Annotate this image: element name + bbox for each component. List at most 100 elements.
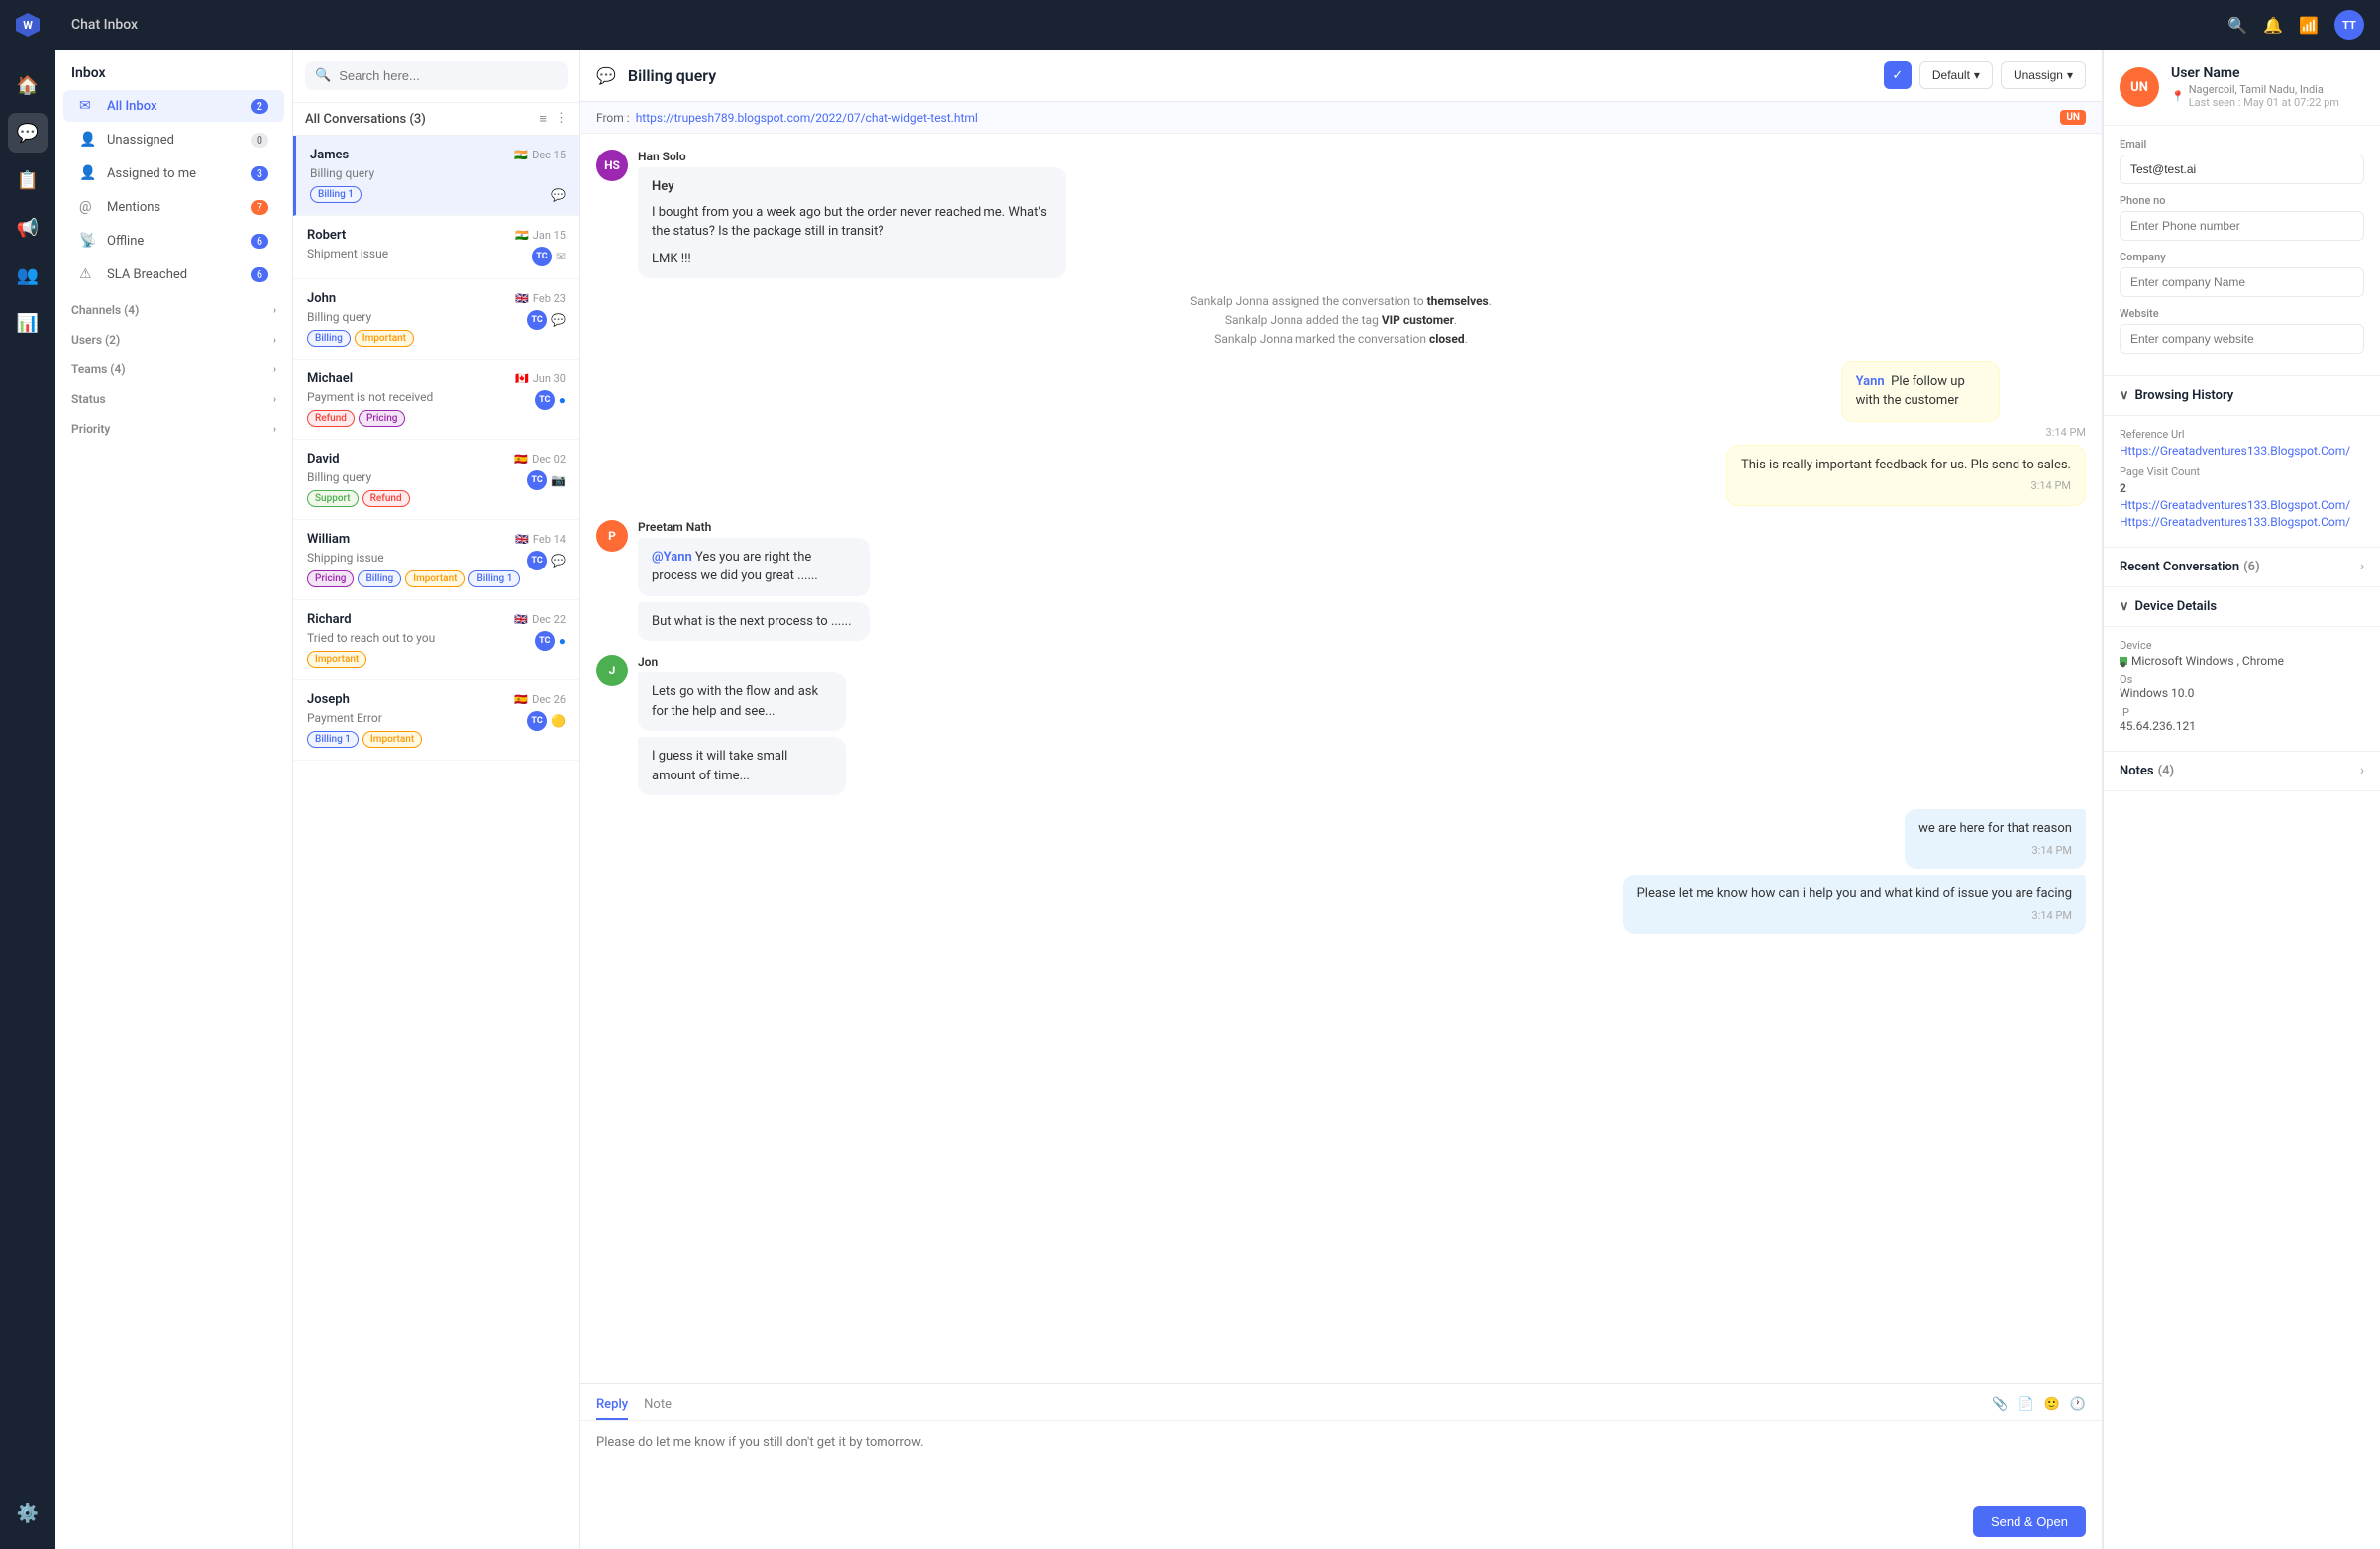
- msg-bubble-preetam2: But what is the next process to ......: [638, 602, 870, 642]
- section-teams[interactable]: Teams (4) ›: [55, 351, 292, 380]
- rp-notes-section[interactable]: Notes (4) ›: [2104, 752, 2380, 791]
- conv-list-header: All Conversations (3) ≡ ⋮: [293, 103, 579, 136]
- flag: 🇨🇦: [515, 372, 529, 385]
- sidebar-item-unassigned[interactable]: 👤 Unassigned 0: [63, 124, 284, 155]
- search-input[interactable]: [339, 68, 558, 83]
- conv-item-michael[interactable]: Michael 🇨🇦 Jun 30 Payment is not receive…: [293, 360, 579, 440]
- email-input[interactable]: [2120, 155, 2364, 184]
- rp-browsing-section[interactable]: ∨ Browsing History: [2104, 376, 2380, 416]
- reply-textarea[interactable]: [596, 1433, 2086, 1483]
- search-icon[interactable]: 🔍: [2227, 16, 2247, 35]
- tag-important: Important: [405, 570, 465, 587]
- rp-user-info: User Name 📍 Nagercoil, Tamil Nadu, India…: [2171, 65, 2339, 109]
- conv-list-title: All Conversations (3): [305, 112, 426, 127]
- section-channels[interactable]: Channels (4) ›: [55, 291, 292, 321]
- conv-item-david[interactable]: David 🇪🇸 Dec 02 Billing query TC 📷 Suppo…: [293, 440, 579, 520]
- conv-item-robert[interactable]: Robert 🇮🇳 Jan 15 Shipment issue TC ✉: [293, 216, 579, 279]
- right-panel: UN User Name 📍 Nagercoil, Tamil Nadu, In…: [2103, 50, 2380, 1549]
- page-url-1[interactable]: Https://Greatadventures133.Blogspot.Com/: [2120, 498, 2364, 512]
- nav-icon-chat[interactable]: 💬: [8, 113, 48, 153]
- avatar-tc: TC: [532, 247, 552, 266]
- section-status[interactable]: Status ›: [55, 380, 292, 410]
- tag-billing: Billing: [307, 330, 351, 347]
- company-input[interactable]: [2120, 267, 2364, 297]
- default-button[interactable]: Default ▾: [1919, 61, 1993, 89]
- section-users[interactable]: Users (2) ›: [55, 321, 292, 351]
- ref-url-label: Reference Url Https://Greatadventures133…: [2120, 428, 2364, 458]
- search-box[interactable]: 🔍: [305, 61, 568, 90]
- bell-icon[interactable]: 🔔: [2263, 16, 2283, 35]
- sender-name: Jon: [638, 655, 959, 669]
- conv-item-william[interactable]: William 🇬🇧 Feb 14 Shipping issue TC 💬 Pr…: [293, 520, 579, 600]
- nav-icon-analytics[interactable]: 📊: [8, 303, 48, 343]
- unassign-button[interactable]: Unassign ▾: [2001, 61, 2086, 89]
- attach-icon[interactable]: 📎: [1992, 1397, 2008, 1414]
- sort-icon[interactable]: ≡: [539, 111, 547, 127]
- file-icon[interactable]: 📄: [2018, 1397, 2033, 1414]
- check-button[interactable]: ✓: [1884, 61, 1912, 89]
- nav-icon-campaigns[interactable]: 📢: [8, 208, 48, 248]
- msg-time: 3:14 PM: [1918, 843, 2072, 860]
- user-avatar[interactable]: TT: [2334, 10, 2364, 40]
- avatar-tc: TC: [527, 711, 547, 731]
- sidebar-item-sla-breached[interactable]: ⚠ SLA Breached 6: [63, 258, 284, 290]
- flag: 🇮🇳: [514, 149, 528, 161]
- tab-reply[interactable]: Reply: [596, 1392, 628, 1420]
- from-url[interactable]: https://trupesh789.blogspot.com/2022/07/…: [636, 111, 978, 125]
- chat-from-bar: From : https://trupesh789.blogspot.com/2…: [580, 102, 2102, 134]
- os-row: Os Windows 10.0: [2120, 673, 2364, 700]
- reply-tab-icons: 📎 📄 🙂 🕐: [1992, 1392, 2086, 1420]
- sidebar-item-assigned-to-me[interactable]: 👤 Assigned to me 3: [63, 157, 284, 189]
- conv-item-joseph[interactable]: Joseph 🇪🇸 Dec 26 Payment Error TC 🟡 Bill…: [293, 680, 579, 761]
- conv-preview: Shipment issue: [307, 247, 388, 260]
- section-priority[interactable]: Priority ›: [55, 410, 292, 440]
- rp-device-section[interactable]: ∨ Device Details: [2104, 587, 2380, 627]
- chat-main: 💬 Billing query ✓ Default ▾ Unassign ▾ F…: [580, 50, 2103, 1549]
- sla-icon: ⚠: [79, 266, 99, 282]
- nav-icon-contacts[interactable]: 👥: [8, 256, 48, 295]
- flag: 🇪🇸: [514, 693, 528, 706]
- assigned-badge: 3: [251, 166, 268, 181]
- mentions-badge: 7: [251, 200, 268, 215]
- header-actions: 🔍 🔔 📶 TT: [2227, 10, 2364, 40]
- sidebar-item-mentions[interactable]: @ Mentions 7: [63, 191, 284, 223]
- nav-icon-reports[interactable]: 📋: [8, 160, 48, 200]
- msg-bubble-jon2: I guess it will take small amount of tim…: [638, 737, 846, 795]
- rp-phone-field: Phone no: [2120, 194, 2364, 241]
- chat-icon: 💬: [551, 188, 566, 202]
- sidebar-item-offline[interactable]: 📡 Offline 6: [63, 225, 284, 257]
- conv-name: John: [307, 291, 336, 306]
- signal-icon[interactable]: 📶: [2299, 16, 2319, 35]
- tag-important: Important: [307, 651, 366, 668]
- conv-item-john[interactable]: John 🇬🇧 Feb 23 Billing query TC 💬 Billin…: [293, 279, 579, 360]
- conv-item-james[interactable]: James 🇮🇳 Dec 15 Billing query Billing 1 …: [293, 136, 579, 216]
- website-input[interactable]: [2120, 324, 2364, 354]
- nav-icon-home[interactable]: 🏠: [8, 65, 48, 105]
- emoji-icon[interactable]: 🙂: [2044, 1397, 2060, 1414]
- nav-icon-settings[interactable]: ⚙️: [8, 1494, 48, 1533]
- rp-recent-conv-section[interactable]: Recent Conversation (6) ›: [2104, 548, 2380, 587]
- rp-company-field: Company: [2120, 251, 2364, 297]
- tab-note[interactable]: Note: [644, 1392, 672, 1420]
- page-url-2[interactable]: Https://Greatadventures133.Blogspot.Com/: [2120, 515, 2364, 529]
- sidebar-item-all-inbox[interactable]: ✉ All Inbox 2: [63, 90, 284, 122]
- conv-date: 🇮🇳 Jan 15: [515, 229, 566, 242]
- inbox-sidebar: Inbox ✉ All Inbox 2 👤 Unassigned 0 👤 Ass…: [55, 50, 293, 1549]
- conv-date: 🇨🇦 Jun 30: [515, 372, 566, 385]
- msg-row-jon: J Jon Lets go with the flow and ask for …: [596, 655, 2086, 795]
- conv-date: 🇮🇳 Dec 15: [514, 149, 566, 161]
- send-open-button[interactable]: Send & Open: [1973, 1506, 2086, 1537]
- nav-sidebar: 🏠 💬 📋 📢 👥 📊 ⚙️: [0, 50, 55, 1549]
- conv-date: 🇬🇧 Feb 23: [515, 292, 566, 305]
- msg-bubble-out1: we are here for that reason 3:14 PM: [1905, 809, 2086, 869]
- conv-preview: Billing query: [307, 310, 371, 324]
- chevron-down-icon: ▾: [1974, 68, 1980, 82]
- phone-input[interactable]: [2120, 211, 2364, 241]
- flag: 🇬🇧: [515, 292, 529, 305]
- clock-icon[interactable]: 🕐: [2070, 1397, 2086, 1414]
- more-icon[interactable]: ⋮: [555, 111, 568, 127]
- ref-url-link[interactable]: Https://Greatadventures133.Blogspot.Com/: [2120, 444, 2364, 458]
- app-wrapper: 🏠 💬 📋 📢 👥 📊 ⚙️ Inbox ✉ All Inbox 2 👤 Una…: [0, 0, 2380, 1549]
- conv-item-richard[interactable]: Richard 🇬🇧 Dec 22 Tried to reach out to …: [293, 600, 579, 680]
- flag: 🇮🇳: [515, 229, 529, 242]
